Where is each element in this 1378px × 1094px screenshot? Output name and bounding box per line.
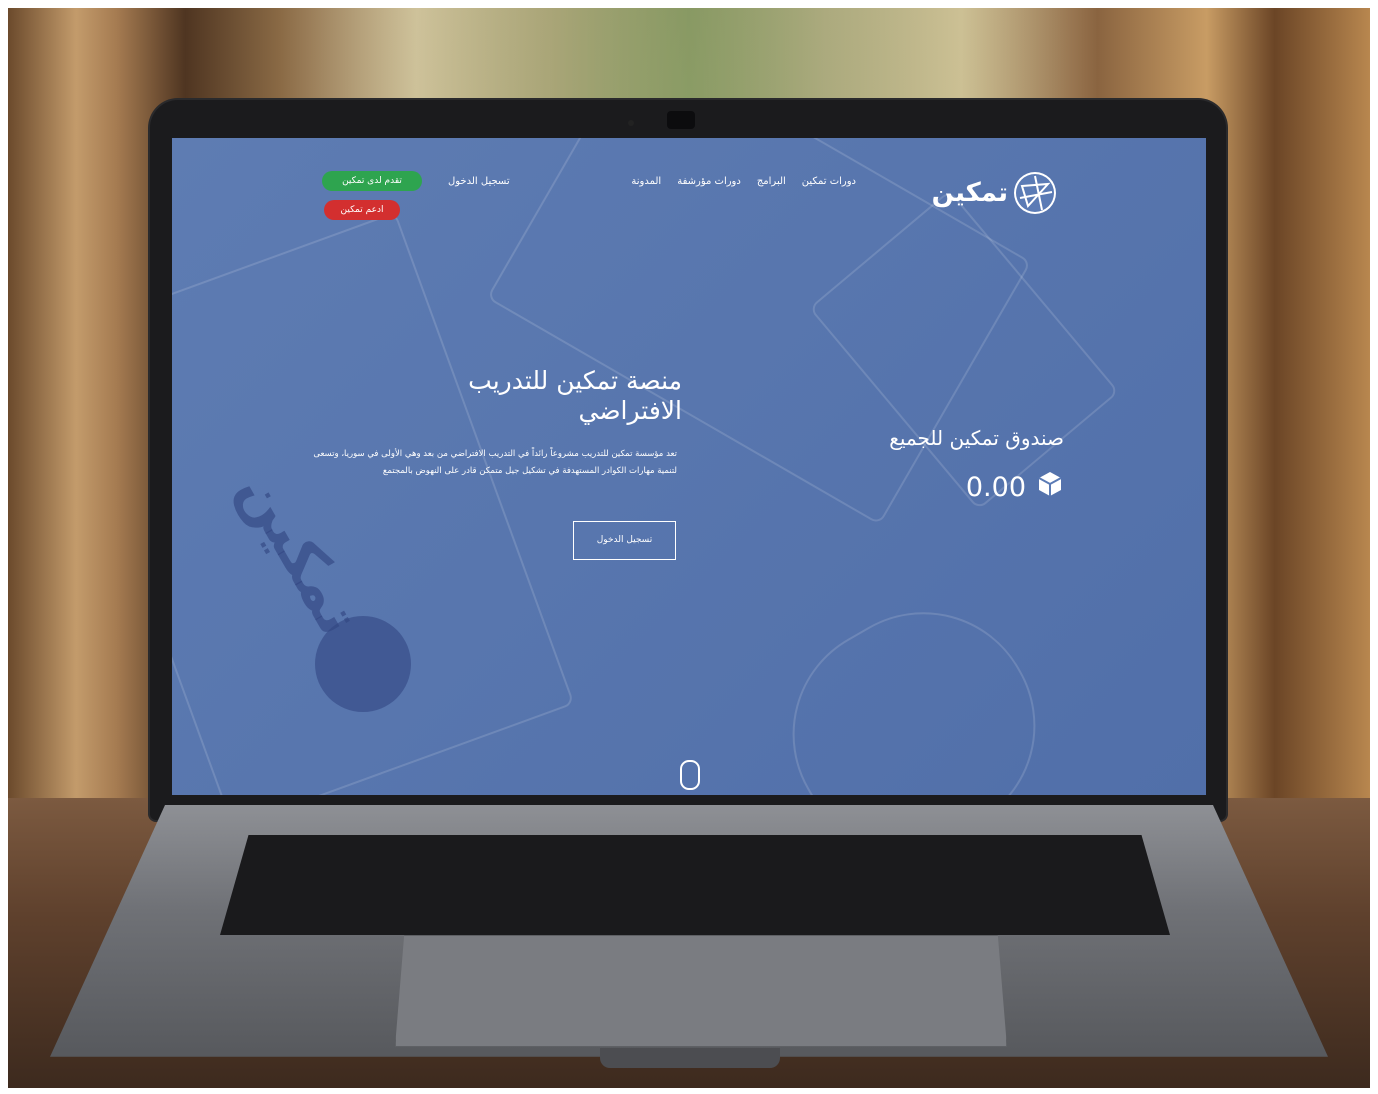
webcam — [667, 111, 695, 129]
apply-button[interactable]: تقدم لدى تمكين — [322, 171, 422, 191]
laptop-trackpad — [395, 935, 1007, 1047]
camera-indicator — [628, 120, 634, 126]
donate-button[interactable]: ادعم تمكين — [324, 200, 400, 220]
watermark-logo-mark — [315, 616, 411, 712]
login-link[interactable]: تسجيل الدخول — [448, 176, 510, 187]
logo-text: تمكين — [931, 178, 1008, 208]
cube-icon — [1036, 470, 1064, 505]
mouse-scroll-icon[interactable] — [680, 760, 700, 790]
background-mouse-shape — [752, 572, 1076, 795]
laptop-screen: تمكين تمكين دورات تمكين البرامج دورات مؤ… — [172, 138, 1206, 795]
site-logo[interactable]: تمكين — [932, 172, 1056, 214]
main-nav: دورات تمكين البرامج دورات مؤرشفة المدونة — [615, 176, 856, 187]
nav-link-blog[interactable]: المدونة — [631, 176, 661, 187]
hero-title: منصة تمكين للتدريب الافتراضي — [468, 366, 682, 425]
fund-title: صندوق تمكين للجميع — [889, 426, 1064, 450]
fund-value: 0.00 — [965, 472, 1026, 503]
hero-cta-button[interactable]: تسجيل الدخول — [573, 521, 676, 560]
nav-link-courses[interactable]: دورات تمكين — [802, 176, 856, 187]
nav-link-programs[interactable]: البرامج — [757, 176, 786, 187]
logo-icon — [1014, 172, 1056, 214]
nav-link-archived-courses[interactable]: دورات مؤرشفة — [677, 176, 741, 187]
fund-counter: 0.00 — [966, 470, 1064, 505]
hero-description: تعد مؤسسة تمكين للتدريب مشروعاً رائداً ف… — [313, 449, 677, 476]
laptop-keyboard — [220, 835, 1170, 935]
laptop-front-notch — [600, 1048, 780, 1068]
